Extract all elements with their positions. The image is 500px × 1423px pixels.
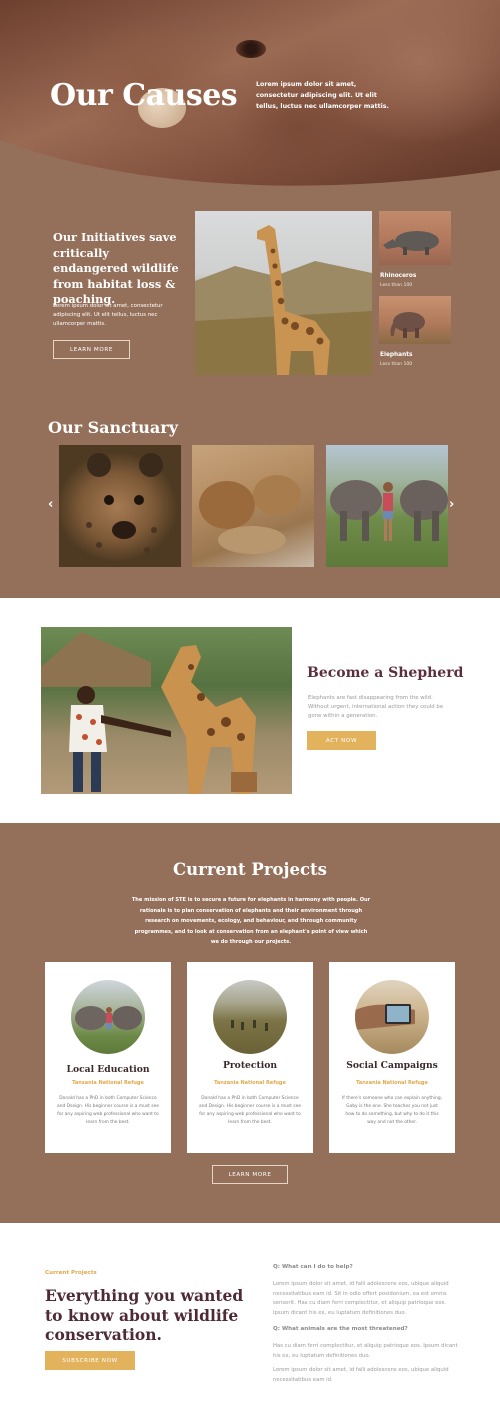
lions-illustration <box>199 475 301 554</box>
elephants-count: Less than 100 <box>380 362 413 367</box>
protection-illustration <box>231 1020 268 1031</box>
social-campaigns-image <box>355 980 429 1054</box>
elephant-eye-image <box>236 40 266 58</box>
faq-title: Everything you wanted to know about wild… <box>45 1286 244 1344</box>
card-text: Donald has a PhD in both Computer Scienc… <box>199 1096 301 1125</box>
rhino-illustration <box>383 231 439 255</box>
elephants-name: Elephants <box>380 352 413 358</box>
hero-title: Our Causes <box>50 78 238 113</box>
faq-question-2: Q: What animals are the most threatened? <box>273 1326 408 1332</box>
act-now-button[interactable]: ACT NOW <box>307 731 376 750</box>
woman-elephants-illustration <box>330 480 448 541</box>
card-subtitle: Tanzania National Refuge <box>72 1080 144 1086</box>
rhino-count: Less than 100 <box>380 283 413 288</box>
lions-photo <box>192 445 314 567</box>
giraffe-illustration <box>195 225 372 375</box>
faq-answer-1: Lorem ipsum dolor sit amet, id falli ado… <box>273 1281 449 1316</box>
social-campaigns-illustration <box>355 1004 415 1030</box>
woman-elephants-photo <box>326 445 448 567</box>
hero-wave-divider <box>0 140 500 190</box>
shepherd-text: Elephants are fast disappearing from the… <box>308 695 444 719</box>
projects-title: Current Projects <box>173 860 327 879</box>
shepherd-photo <box>41 627 292 794</box>
elephant-small-illustration <box>390 312 425 338</box>
card-title: Protection <box>222 1060 278 1071</box>
faq-kicker: Current Projects <box>45 1270 97 1276</box>
card-text: If there's someone who can explain anyth… <box>341 1096 443 1125</box>
faq-answer-2: Has cu diam ferri complectitur, et aliqu… <box>273 1343 458 1359</box>
subscribe-now-button[interactable]: SUBSCRIBE NOW <box>45 1351 135 1370</box>
hyena-photo <box>59 445 181 567</box>
initiatives-text: Lorem ipsum dolor sit amet, consectetur … <box>53 303 163 327</box>
protection-image <box>213 980 287 1054</box>
rhino-name: Rhinoceros <box>380 273 417 279</box>
hyena-illustration <box>86 453 163 553</box>
card-subtitle: Tanzania National Refuge <box>214 1080 286 1086</box>
carousel-prev-icon[interactable]: ‹ <box>48 497 53 512</box>
local-education-image <box>71 980 145 1054</box>
projects-learn-more-button[interactable]: LEARN MORE <box>212 1165 288 1184</box>
faq-answer-3: Lorem ipsum dolor sit amet, id falli ado… <box>273 1367 449 1383</box>
card-title: Local Education <box>66 1064 150 1075</box>
shepherd-illustration <box>41 632 257 794</box>
giraffe-photo <box>195 211 372 375</box>
shepherd-title: Become a Shepherd <box>307 665 464 681</box>
projects-text: The mission of STE is to secure a future… <box>131 897 371 945</box>
initiatives-title: Our Initiatives save critically endanger… <box>53 230 179 306</box>
sanctuary-title: Our Sanctuary <box>48 418 178 437</box>
project-card-social-campaigns[interactable]: Social Campaigns Tanzania National Refug… <box>329 962 455 1153</box>
project-card-protection[interactable]: Protection Tanzania National Refuge Dona… <box>187 962 313 1153</box>
card-subtitle: Tanzania National Refuge <box>356 1080 428 1086</box>
local-education-illustration <box>75 1006 142 1030</box>
hero-text: Lorem ipsum dolor sit amet, consectetur … <box>256 81 389 110</box>
project-card-local-education[interactable]: Local Education Tanzania National Refuge… <box>45 962 171 1153</box>
faq-question-1: Q: What can I do to help? <box>273 1264 353 1270</box>
card-title: Social Campaigns <box>346 1060 438 1071</box>
carousel-next-icon[interactable]: › <box>449 497 454 512</box>
rhino-photo <box>379 211 451 265</box>
elephant-small-photo <box>379 296 451 344</box>
card-text: Donald has a PhD in both Computer Scienc… <box>57 1096 159 1125</box>
initiatives-learn-more-button[interactable]: LEARN MORE <box>53 340 130 359</box>
